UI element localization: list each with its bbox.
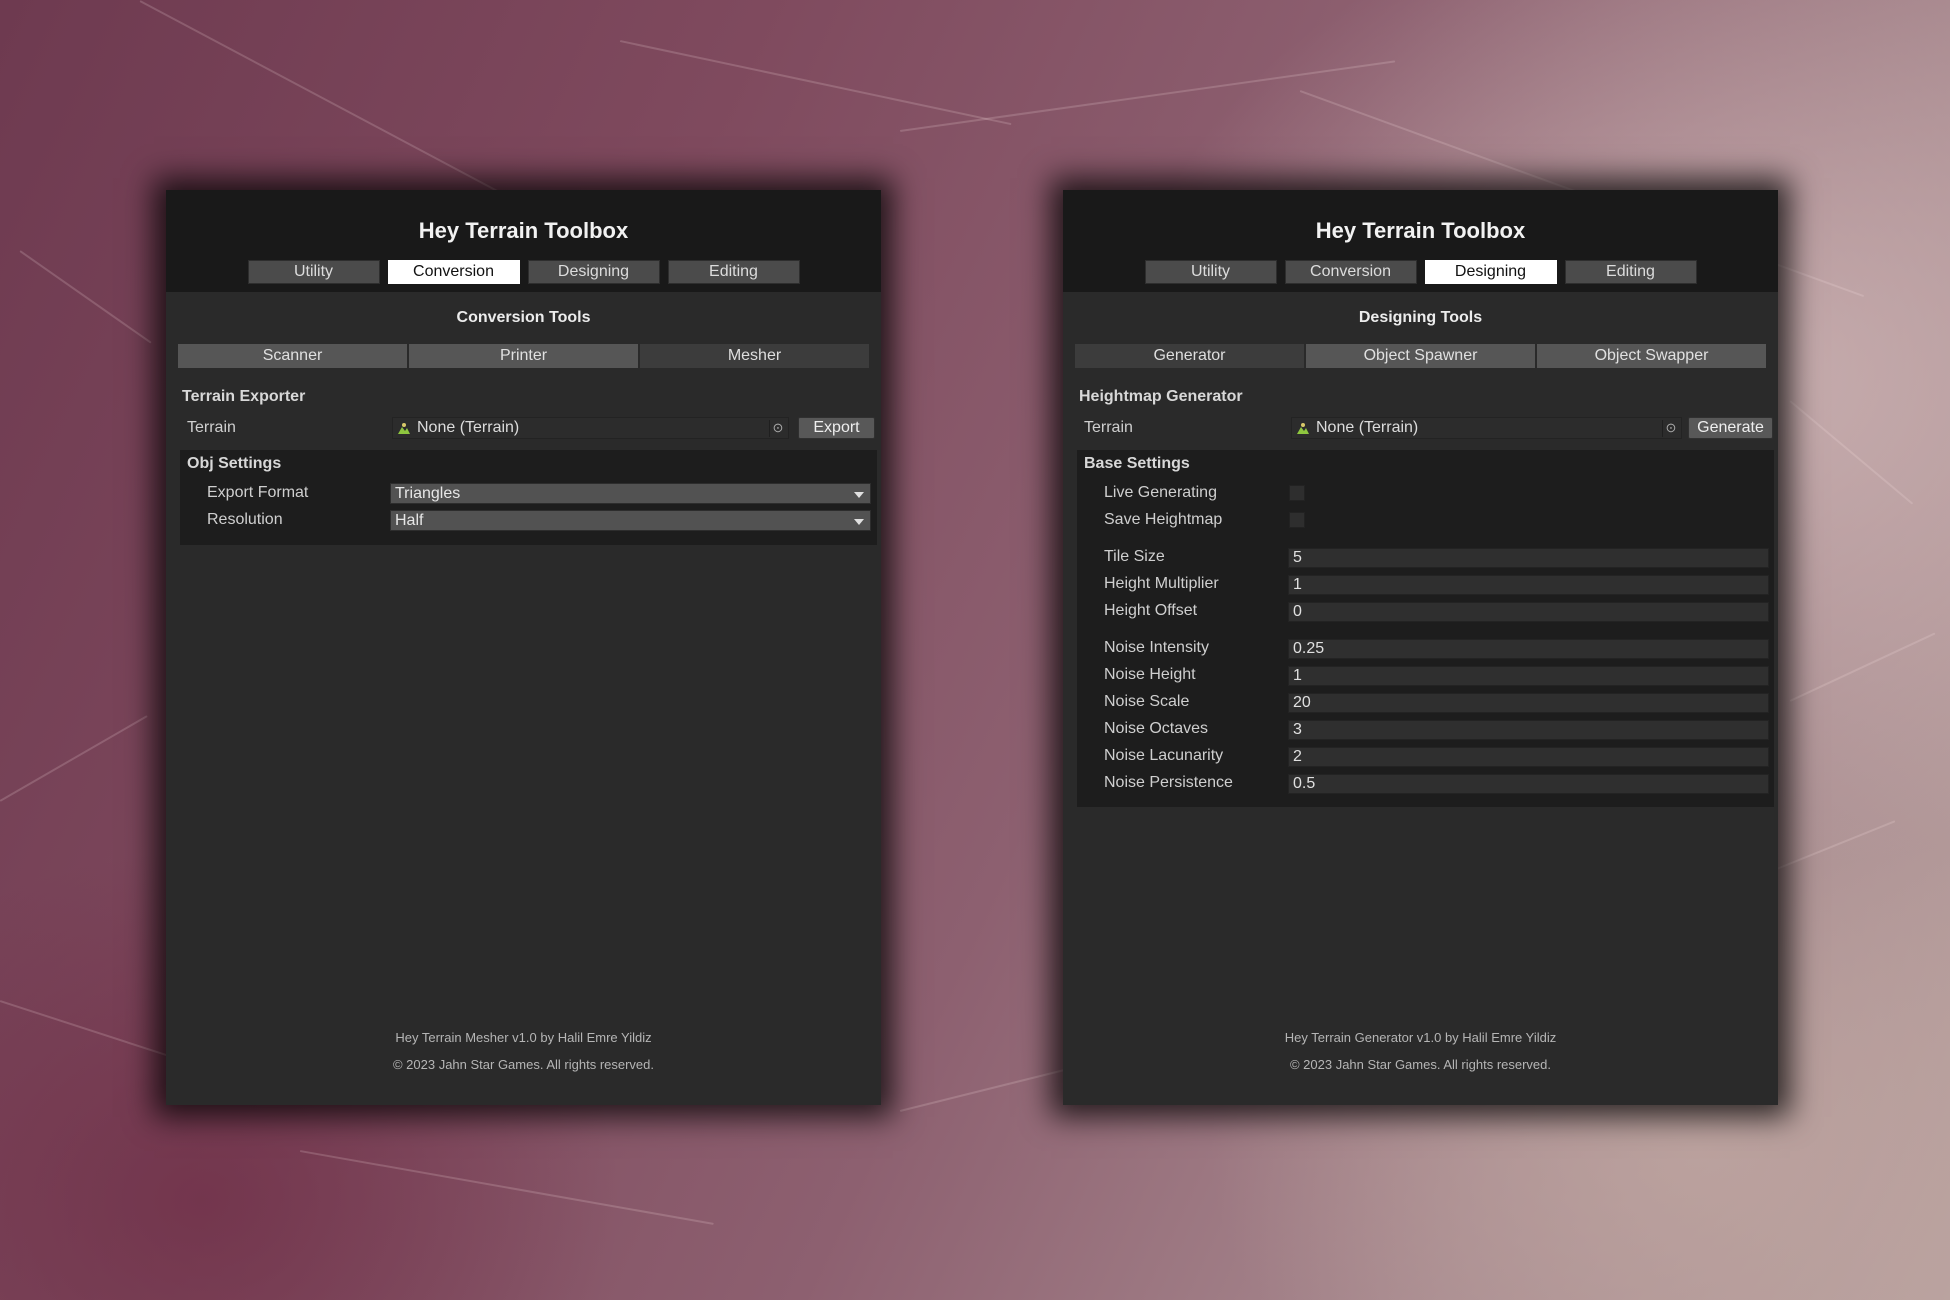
tab-utility[interactable]: Utility <box>247 260 380 284</box>
chevron-down-icon <box>854 519 864 525</box>
group-title: Heightmap Generator <box>1079 388 1243 405</box>
noise-scale-label: Noise Scale <box>1104 693 1190 710</box>
subtab-object-spawner[interactable]: Object Spawner <box>1306 344 1537 368</box>
main-tabs: Utility Conversion Designing Editing <box>1063 260 1778 284</box>
main-tabs: Utility Conversion Designing Editing <box>166 260 881 284</box>
height-multiplier-label: Height Multiplier <box>1104 575 1219 592</box>
footer-copyright: © 2023 Jahn Star Games. All rights reser… <box>1289 1057 1552 1072</box>
obj-settings-box: Obj Settings Export Format Triangles Res… <box>180 450 877 545</box>
group-title: Terrain Exporter <box>182 388 306 405</box>
section-title: Conversion Tools <box>456 309 591 326</box>
live-generating-checkbox[interactable] <box>1289 485 1305 501</box>
footer-credit: Hey Terrain Mesher v1.0 by Halil Emre Yi… <box>395 1030 652 1045</box>
base-settings-box: Base Settings Live Generating Save Heigh… <box>1077 450 1774 807</box>
export-format-label: Export Format <box>207 484 309 501</box>
noise-scale-field[interactable]: 20 <box>1288 693 1769 713</box>
noise-persistence-label: Noise Persistence <box>1104 774 1233 791</box>
generate-button[interactable]: Generate <box>1688 417 1773 439</box>
noise-octaves-label: Noise Octaves <box>1104 720 1209 737</box>
export-format-value: Triangles <box>395 485 461 502</box>
window-content: Designing Tools Generator Object Spawner… <box>1069 292 1774 1105</box>
terrain-field-value: None (Terrain) <box>417 419 520 436</box>
resolution-value: Half <box>395 512 424 529</box>
window-header: Hey Terrain Toolbox Utility Conversion D… <box>1063 190 1778 292</box>
noise-intensity-field[interactable]: 0.25 <box>1288 639 1769 659</box>
height-offset-field[interactable]: 0 <box>1288 602 1769 622</box>
terrain-object-field[interactable]: None (Terrain) ⊙ <box>392 417 789 439</box>
window-title: Hey Terrain Toolbox <box>418 218 629 243</box>
export-format-dropdown[interactable]: Triangles <box>390 483 871 504</box>
noise-intensity-label: Noise Intensity <box>1104 639 1209 656</box>
noise-lacunarity-label: Noise Lacunarity <box>1104 747 1224 764</box>
settings-title: Obj Settings <box>187 455 282 472</box>
noise-lacunarity-field[interactable]: 2 <box>1288 747 1769 767</box>
export-button[interactable]: Export <box>798 417 875 439</box>
tab-utility[interactable]: Utility <box>1144 260 1277 284</box>
toolbox-window-designing: Hey Terrain Toolbox Utility Conversion D… <box>1063 190 1778 1105</box>
terrain-label: Terrain <box>187 419 236 436</box>
sub-tabs: Generator Object Spawner Object Swapper <box>1075 344 1766 368</box>
terrain-field-value: None (Terrain) <box>1316 419 1419 436</box>
tab-conversion[interactable]: Conversion <box>1284 260 1417 284</box>
noise-height-field[interactable]: 1 <box>1288 666 1769 686</box>
toolbox-window-conversion: Hey Terrain Toolbox Utility Conversion D… <box>166 190 881 1105</box>
noise-persistence-field[interactable]: 0.5 <box>1288 774 1769 794</box>
footer-copyright: © 2023 Jahn Star Games. All rights reser… <box>392 1057 655 1072</box>
tile-size-label: Tile Size <box>1104 548 1165 565</box>
noise-height-label: Noise Height <box>1104 666 1196 683</box>
settings-title: Base Settings <box>1084 455 1190 472</box>
section-title: Designing Tools <box>1358 309 1483 326</box>
sub-tabs: Scanner Printer Mesher <box>178 344 869 368</box>
save-heightmap-checkbox[interactable] <box>1289 512 1305 528</box>
terrain-object-field[interactable]: None (Terrain) ⊙ <box>1291 417 1682 439</box>
subtab-printer[interactable]: Printer <box>409 344 640 368</box>
terrain-icon <box>398 423 410 434</box>
window-title: Hey Terrain Toolbox <box>1315 218 1526 243</box>
save-heightmap-label: Save Heightmap <box>1104 511 1223 528</box>
tile-size-field[interactable]: 5 <box>1288 548 1769 568</box>
subtab-generator[interactable]: Generator <box>1075 344 1306 368</box>
footer-credit: Hey Terrain Generator v1.0 by Halil Emre… <box>1284 1030 1557 1045</box>
subtab-mesher[interactable]: Mesher <box>640 344 869 368</box>
tab-conversion[interactable]: Conversion <box>387 260 520 284</box>
noise-octaves-field[interactable]: 3 <box>1288 720 1769 740</box>
live-generating-label: Live Generating <box>1104 484 1217 501</box>
tab-designing[interactable]: Designing <box>1424 260 1557 284</box>
tab-editing[interactable]: Editing <box>1564 260 1697 284</box>
window-header: Hey Terrain Toolbox Utility Conversion D… <box>166 190 881 292</box>
terrain-icon <box>1297 423 1309 434</box>
subtab-scanner[interactable]: Scanner <box>178 344 409 368</box>
target-icon[interactable]: ⊙ <box>769 420 786 437</box>
resolution-label: Resolution <box>207 511 283 528</box>
height-multiplier-field[interactable]: 1 <box>1288 575 1769 595</box>
target-icon[interactable]: ⊙ <box>1662 420 1679 437</box>
terrain-label: Terrain <box>1084 419 1133 436</box>
resolution-dropdown[interactable]: Half <box>390 510 871 531</box>
chevron-down-icon <box>854 492 864 498</box>
height-offset-label: Height Offset <box>1104 602 1198 619</box>
tab-designing[interactable]: Designing <box>527 260 660 284</box>
tab-editing[interactable]: Editing <box>667 260 800 284</box>
window-content: Conversion Tools Scanner Printer Mesher … <box>172 292 877 1105</box>
subtab-object-swapper[interactable]: Object Swapper <box>1537 344 1766 368</box>
